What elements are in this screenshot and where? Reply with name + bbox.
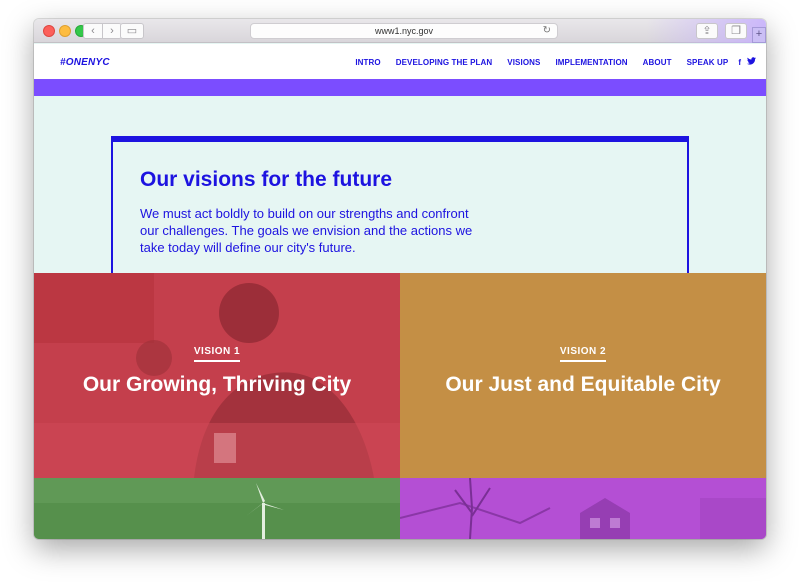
nav-visions[interactable]: VISIONS [507,58,540,67]
new-tab-button[interactable]: + [752,27,766,43]
intro-card: Our visions for the future We must act b… [111,136,689,273]
sidebar-icon: ▭ [126,25,138,37]
vision-2-label: VISION 2 [400,341,766,362]
browser-window: ‹ › ▭ www1.nyc.gov ↻ ⇪ ❐ + #ONENYC INTRO… [34,19,766,539]
vision-2-tile[interactable]: VISION 2 Our Just and Equitable City [400,273,766,478]
onenyc-logo[interactable]: #ONENYC [60,57,110,68]
nav-about[interactable]: ABOUT [643,58,672,67]
browser-titlebar: ‹ › ▭ www1.nyc.gov ↻ ⇪ ❐ + [34,19,766,43]
main-nav: INTRO DEVELOPING THE PLAN VISIONS IMPLEM… [340,57,756,67]
plus-icon: + [755,28,763,40]
twitter-bird-icon [747,57,756,65]
intro-text: We must act boldly to build on our stren… [140,206,473,255]
forward-button[interactable]: › [102,23,122,39]
sidebar-toggle-button[interactable]: ▭ [120,23,144,39]
url-text: www1.nyc.gov [374,26,434,36]
chevron-right-icon: › [110,25,114,37]
share-icon: ⇪ [702,25,712,37]
header-accent-bar [34,79,766,96]
vision-3-tile[interactable] [34,478,400,539]
vision-2-title: Our Just and Equitable City [445,373,721,396]
nav-implementation[interactable]: IMPLEMENTATION [555,58,627,67]
address-bar[interactable]: www1.nyc.gov ↻ [250,23,558,39]
tabs-icon: ❐ [731,25,741,37]
vision-1-title: Our Growing, Thriving City [82,373,352,396]
facebook-icon[interactable]: f [738,58,741,67]
minimize-window-button[interactable] [59,25,71,37]
page-title: Our visions for the future [140,168,393,191]
twitter-icon[interactable] [747,57,756,67]
chevron-left-icon: ‹ [91,25,95,37]
vision-4-tile[interactable] [400,478,766,539]
house-and-tree-photo [400,478,766,539]
site-header: #ONENYC INTRO DEVELOPING THE PLAN VISION… [34,44,766,79]
close-window-button[interactable] [43,25,55,37]
vision-1-label: VISION 1 [34,341,400,362]
share-button[interactable]: ⇪ [696,23,718,39]
nav-intro[interactable]: INTRO [355,58,380,67]
back-button[interactable]: ‹ [83,23,103,39]
wind-turbine-photo [34,478,400,539]
reload-icon[interactable]: ↻ [543,24,551,38]
vision-1-tile[interactable]: VISION 1 Our Growing, Thriving City [34,273,400,478]
nav-speak-up[interactable]: SPEAK UP [687,58,729,67]
show-tabs-button[interactable]: ❐ [725,23,747,39]
nav-developing-the-plan[interactable]: DEVELOPING THE PLAN [396,58,493,67]
